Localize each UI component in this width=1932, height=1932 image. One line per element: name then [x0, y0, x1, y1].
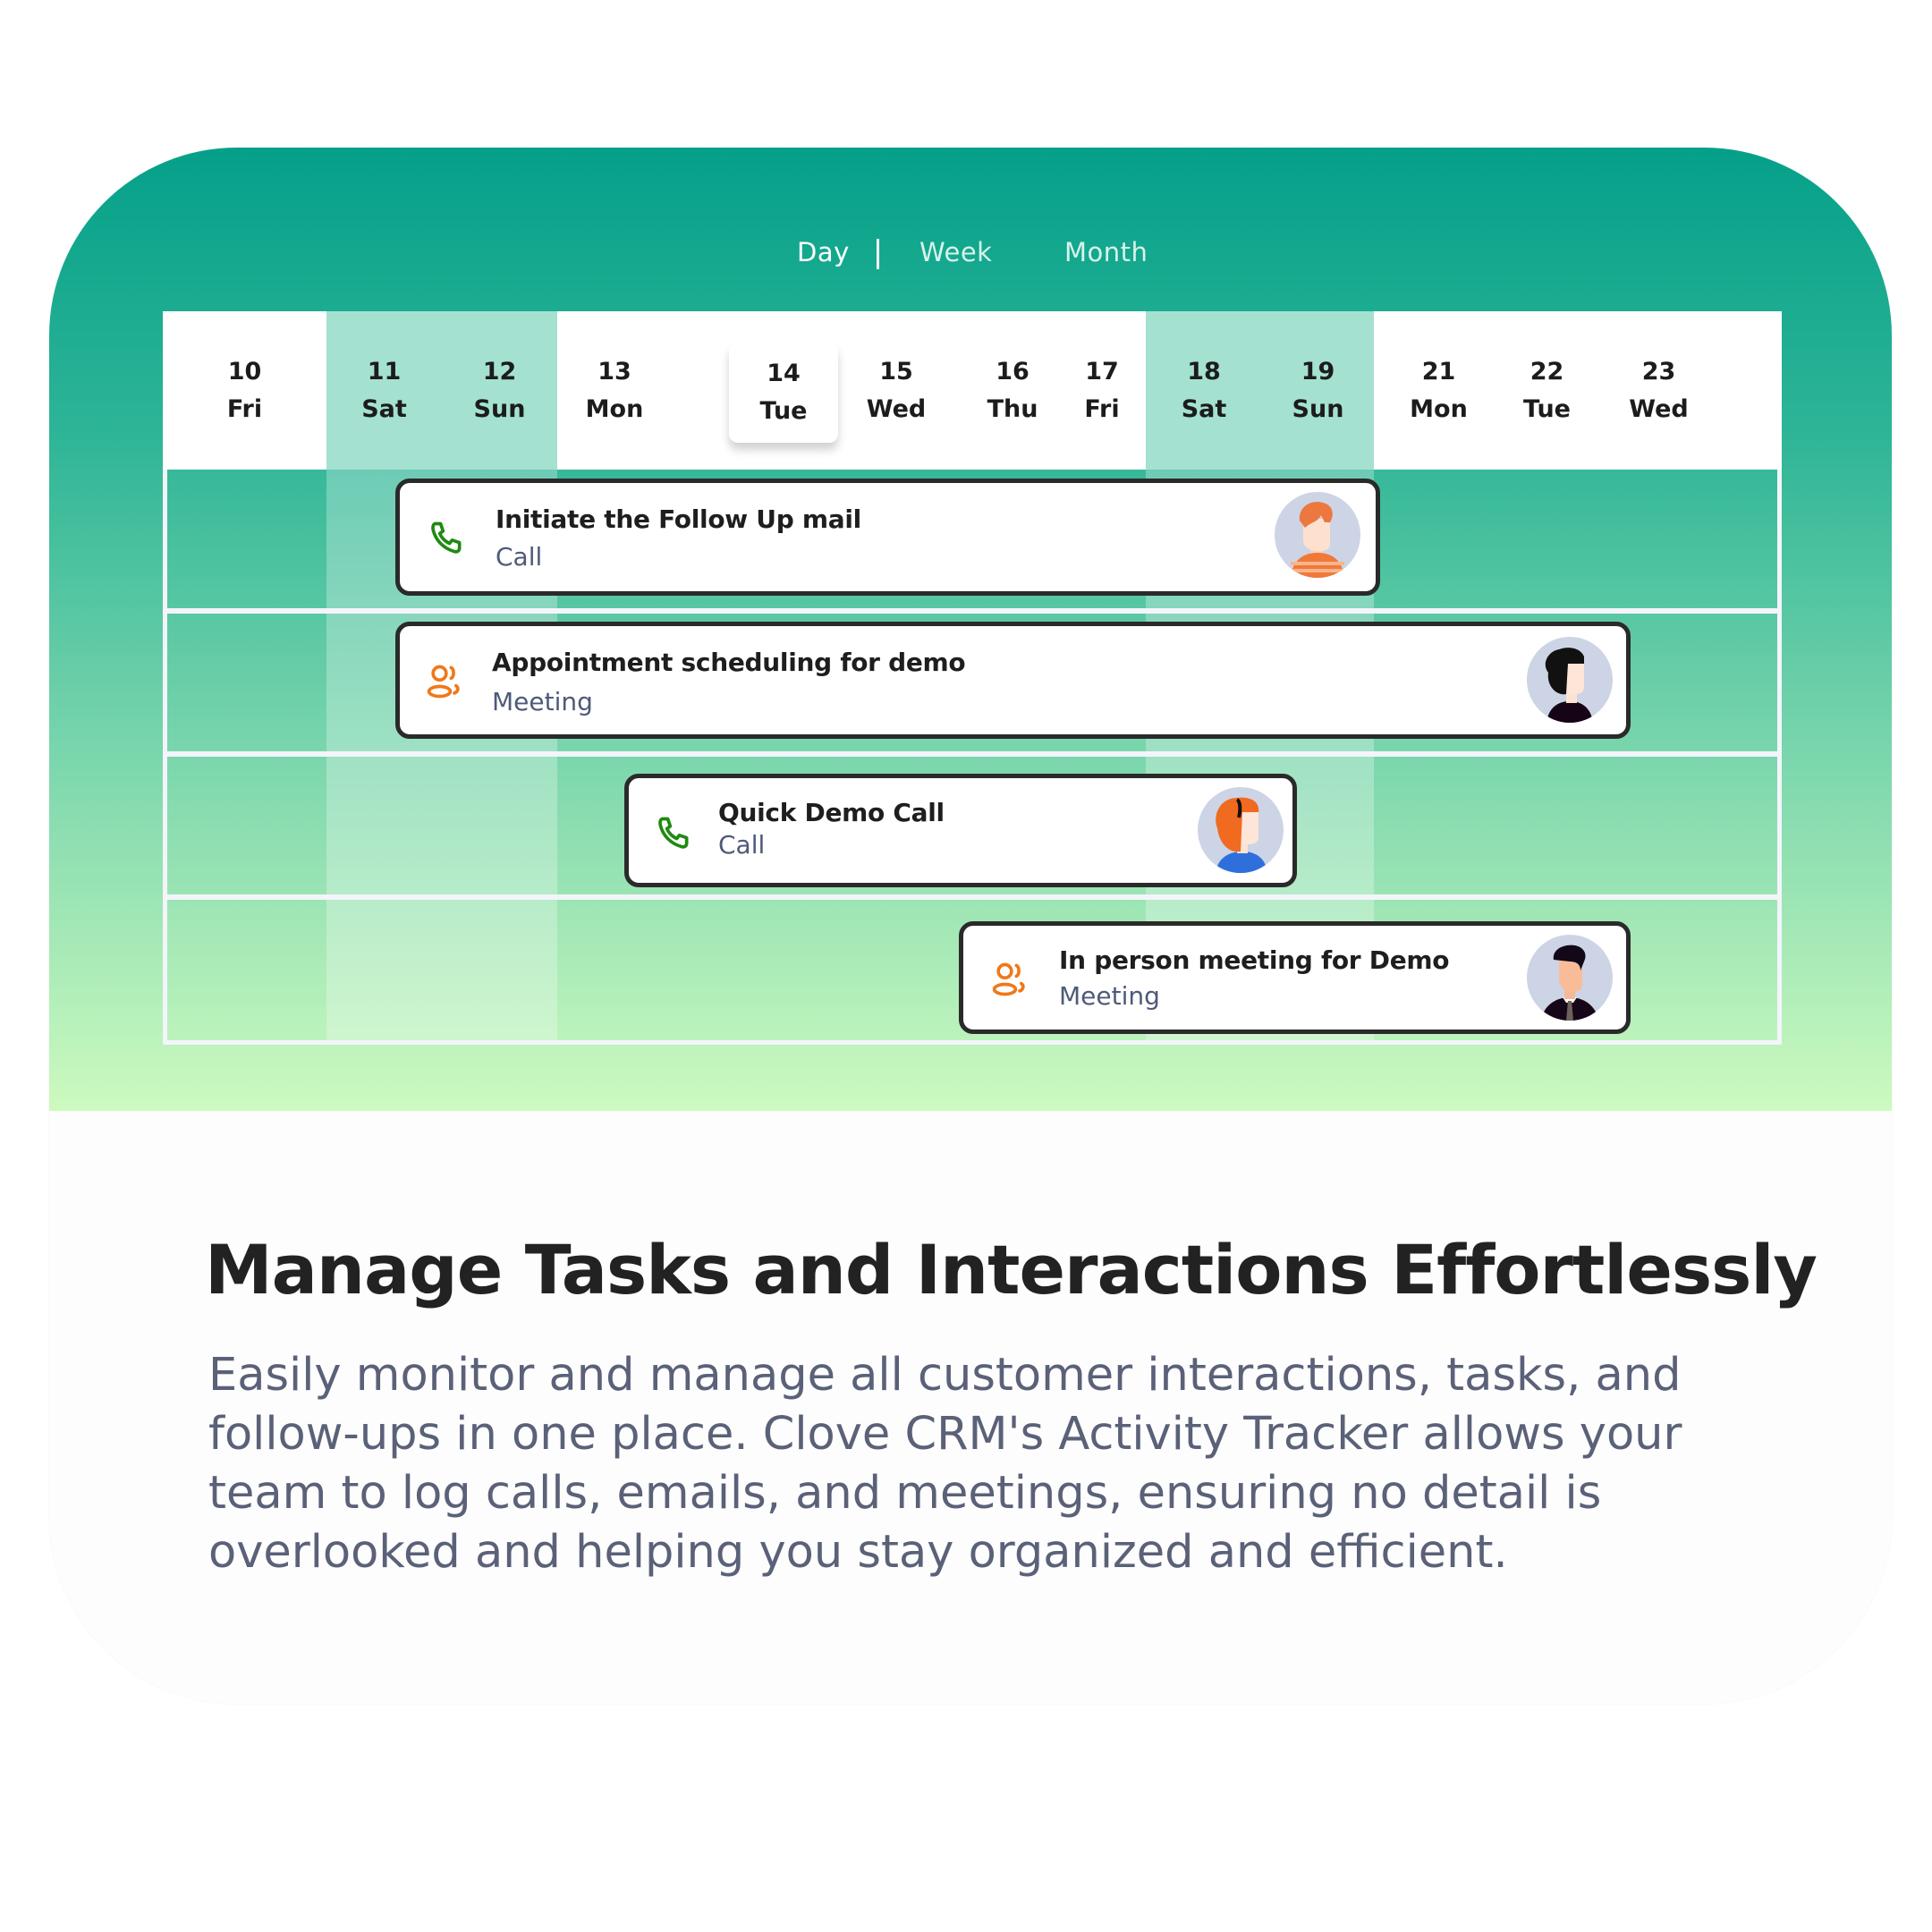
day-number: 10	[227, 357, 262, 386]
users-icon	[992, 962, 1025, 996]
day-header[interactable]: 16 Thu	[959, 311, 1066, 470]
woman-avatar-icon	[1545, 648, 1593, 723]
day-number: 14	[767, 360, 801, 387]
man-avatar-icon	[1291, 501, 1344, 578]
day-header[interactable]: 23 Wed	[1603, 311, 1715, 470]
day-of-week: Thu	[987, 394, 1038, 423]
feature-heading: Manage Tasks and Interactions Effortless…	[205, 1230, 1818, 1309]
day-of-week: Tue	[759, 397, 808, 425]
phone-icon	[658, 817, 689, 849]
description-line: follow-ups in one place. Clove CRM's Act…	[208, 1408, 1682, 1461]
tab-week[interactable]: Week	[919, 237, 992, 267]
day-number: 22	[1530, 357, 1564, 386]
day-of-week: Sun	[1292, 394, 1344, 423]
event-title: Quick Demo Call	[718, 798, 945, 827]
feature-description: Easily monitor and manage all customer i…	[208, 1346, 1892, 1582]
day-of-week: Mon	[585, 394, 644, 423]
day-number: 21	[1421, 357, 1456, 386]
event-card[interactable]: Appointment scheduling for demo Meeting	[395, 622, 1631, 739]
avatar	[1527, 935, 1613, 1021]
event-type: Meeting	[1059, 981, 1160, 1011]
phone-icon	[431, 521, 462, 554]
day-header[interactable]: 11 Sat	[326, 311, 442, 470]
description-line: Easily monitor and manage all customer i…	[208, 1349, 1682, 1402]
event-type: Call	[718, 830, 766, 860]
day-header[interactable]: 17 Fri	[1057, 311, 1147, 470]
week-calendar: 10 Fri 11 Sat 12 Sun 13 Mon 14 Tue 15 We…	[163, 311, 1782, 1045]
day-of-week: Fri	[226, 394, 263, 423]
event-type: Meeting	[492, 687, 593, 716]
day-header[interactable]: 15 Wed	[843, 311, 950, 470]
users-icon	[427, 665, 460, 699]
day-number: 13	[597, 357, 631, 386]
day-number: 11	[367, 357, 402, 386]
day-header[interactable]: 13 Mon	[557, 311, 672, 470]
day-number: 12	[482, 357, 517, 386]
day-number: 16	[996, 357, 1030, 386]
day-of-week: Tue	[1523, 394, 1571, 423]
tab-day[interactable]: Day	[797, 237, 850, 267]
event-title: Appointment scheduling for demo	[492, 648, 966, 677]
day-header[interactable]: 18 Sat	[1146, 311, 1262, 470]
day-header[interactable]: 10 Fri	[163, 311, 326, 470]
day-number: 18	[1187, 357, 1221, 386]
calendar-hero: Day Week Month 10 Fri 11 Sat 12 Sun 13 M…	[49, 148, 1892, 1111]
row-divider	[167, 608, 1777, 614]
day-header[interactable]: 12 Sun	[442, 311, 557, 470]
avatar	[1527, 637, 1613, 723]
event-card[interactable]: Initiate the Follow Up mail Call	[395, 479, 1380, 596]
man-suit-avatar-icon	[1541, 945, 1598, 1021]
avatar	[1275, 492, 1360, 578]
day-of-week: Sun	[473, 394, 526, 423]
avatar	[1198, 787, 1284, 873]
day-of-week: Mon	[1410, 394, 1468, 423]
day-number: 17	[1085, 357, 1119, 386]
description-line: team to log calls, emails, and meetings,…	[208, 1467, 1602, 1520]
day-header[interactable]: 21 Mon	[1374, 311, 1504, 470]
event-title: In person meeting for Demo	[1059, 945, 1450, 975]
day-of-week: Sat	[361, 394, 407, 423]
feature-card: Day Week Month 10 Fri 11 Sat 12 Sun 13 M…	[49, 148, 1892, 1704]
day-of-week: Fri	[1084, 394, 1120, 423]
tab-separator	[877, 239, 879, 269]
row-divider	[167, 751, 1777, 757]
woman-headset-avatar-icon	[1216, 797, 1267, 873]
day-number: 15	[879, 357, 913, 386]
event-title: Initiate the Follow Up mail	[496, 504, 861, 534]
day-of-week: Sat	[1181, 394, 1227, 423]
day-header[interactable]: 22 Tue	[1491, 311, 1603, 470]
event-card[interactable]: Quick Demo Call Call	[624, 774, 1297, 887]
row-divider	[167, 894, 1777, 900]
day-of-week: Wed	[1629, 394, 1689, 423]
day-number: 23	[1641, 357, 1676, 386]
day-of-week: Wed	[866, 394, 927, 423]
day-number: 19	[1301, 357, 1335, 386]
day-header[interactable]: 19 Sun	[1262, 311, 1374, 470]
event-type: Call	[496, 542, 543, 572]
event-card[interactable]: In person meeting for Demo Meeting	[959, 921, 1631, 1034]
view-tabs: Day Week Month	[49, 237, 1892, 291]
day-header-today[interactable]: 14 Tue	[729, 343, 838, 443]
description-line: overlooked and helping you stay organize…	[208, 1526, 1508, 1579]
tab-month[interactable]: Month	[1064, 237, 1148, 267]
